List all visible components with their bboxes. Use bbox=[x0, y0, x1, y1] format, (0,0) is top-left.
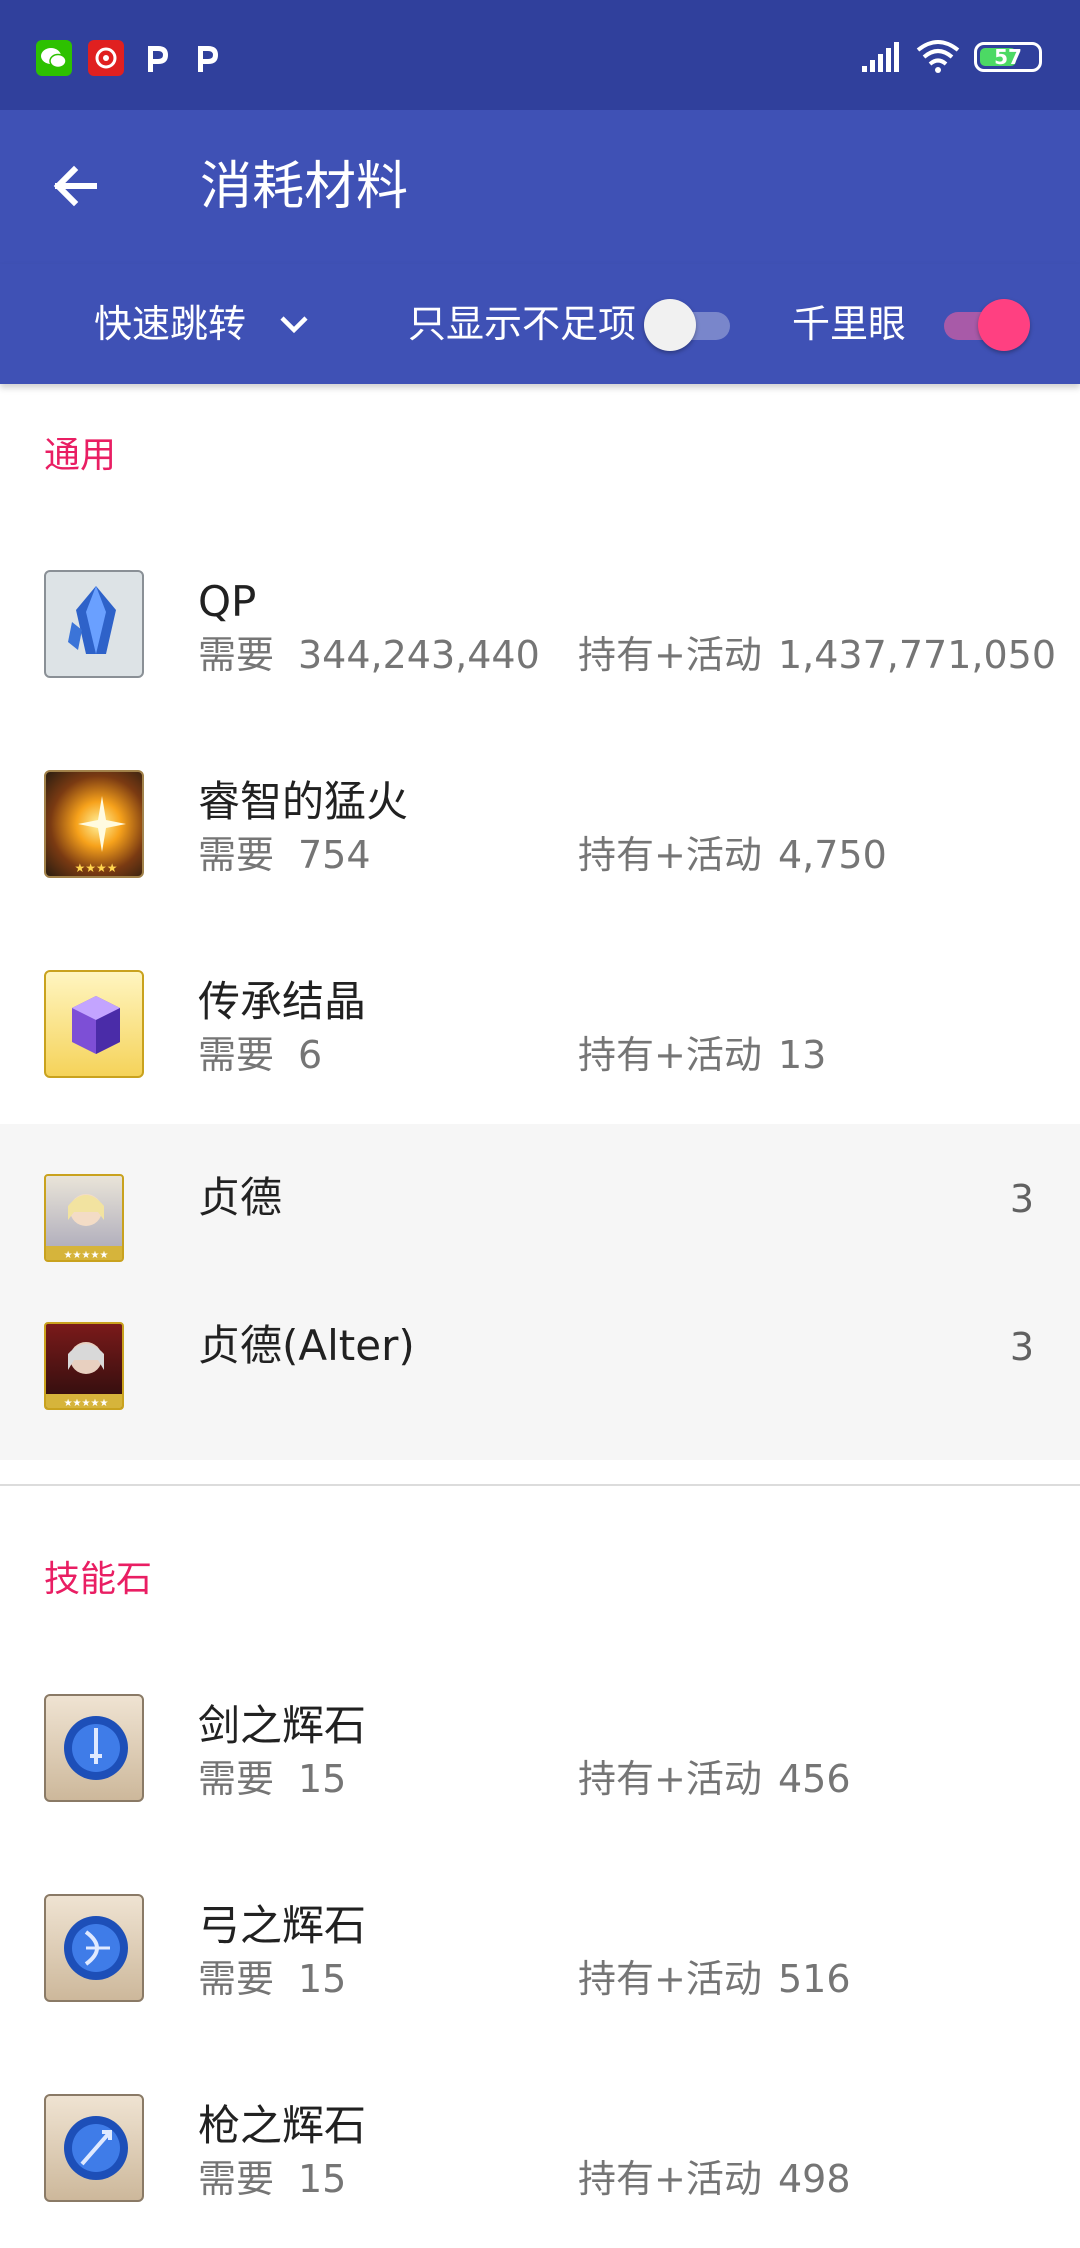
arrow-left-icon bbox=[53, 165, 97, 207]
servant-avatar-icon: ★★★★★ bbox=[44, 1322, 124, 1410]
filter-bar: 快速跳转 只显示不足项 千里眼 bbox=[0, 264, 1080, 384]
lancer-gem-icon bbox=[44, 2094, 144, 2202]
servant-count: 3 bbox=[1009, 1325, 1034, 1369]
servant-count: 3 bbox=[1009, 1177, 1034, 1221]
need-value: 6 bbox=[298, 1033, 323, 1077]
servant-name: 贞德(Alter) bbox=[198, 1321, 415, 1370]
item-name: QP bbox=[198, 577, 257, 626]
svg-text:★★★★★: ★★★★★ bbox=[64, 1250, 109, 1261]
need-label: 需要 bbox=[198, 1757, 275, 1801]
svg-text:★★★★: ★★★★ bbox=[74, 861, 117, 875]
list-item[interactable]: 剑之辉石 需要 15 持有+活动 456 bbox=[0, 1648, 1080, 1848]
have-value: 498 bbox=[778, 2157, 851, 2201]
have-label: 持有+活动 bbox=[578, 1757, 762, 1801]
have-value: 516 bbox=[778, 1957, 851, 2001]
qp-crystal-icon bbox=[44, 570, 144, 678]
signal-icon bbox=[860, 38, 904, 78]
servant-name: 贞德 bbox=[198, 1173, 283, 1222]
item-name: 睿智的猛火 bbox=[198, 777, 409, 826]
archer-gem-icon bbox=[44, 1894, 144, 2002]
battery-icon: 57 bbox=[974, 42, 1042, 72]
have-value: 4,750 bbox=[778, 833, 887, 877]
list-item[interactable]: 枪之辉石 需要 15 持有+活动 498 bbox=[0, 2048, 1080, 2248]
clairvoyance-label: 千里眼 bbox=[792, 302, 907, 346]
section-title-general: 通用 bbox=[44, 435, 117, 476]
have-value: 13 bbox=[778, 1033, 827, 1077]
wechat-icon bbox=[36, 40, 72, 76]
need-value: 15 bbox=[298, 1757, 347, 1801]
status-bar: 57 bbox=[0, 0, 1080, 110]
only-insufficient-label: 只显示不足项 bbox=[408, 302, 637, 346]
inheritance-crystal-icon bbox=[44, 970, 144, 1078]
list-item[interactable]: ★★★★ 睿智的猛火 需要 754 持有+活动 4,750 bbox=[0, 724, 1080, 924]
saber-gem-icon bbox=[44, 1694, 144, 1802]
have-label: 持有+活动 bbox=[578, 633, 762, 677]
p-app-icon bbox=[138, 40, 174, 76]
need-value: 344,243,440 bbox=[298, 633, 540, 677]
list-item[interactable]: 弓之辉石 需要 15 持有+活动 516 bbox=[0, 1848, 1080, 2048]
page-title: 消耗材料 bbox=[200, 157, 409, 217]
netease-icon bbox=[88, 40, 124, 76]
list-item[interactable]: QP 需要 344,243,440 持有+活动 1,437,771,050 bbox=[0, 524, 1080, 724]
item-name: 弓之辉石 bbox=[198, 1901, 367, 1950]
list-item[interactable]: 传承结晶 需要 6 持有+活动 13 bbox=[0, 924, 1080, 1124]
need-value: 15 bbox=[298, 1957, 347, 2001]
chevron-down-icon bbox=[280, 316, 308, 334]
svg-text:★★★★★: ★★★★★ bbox=[64, 1398, 109, 1409]
item-name: 传承结晶 bbox=[198, 977, 367, 1026]
item-name: 剑之辉石 bbox=[198, 1701, 367, 1750]
wifi-icon bbox=[914, 38, 962, 78]
have-label: 持有+活动 bbox=[578, 1033, 762, 1077]
have-value: 456 bbox=[778, 1757, 851, 1801]
battery-level: 57 bbox=[994, 45, 1022, 69]
need-label: 需要 bbox=[198, 2157, 275, 2201]
servant-breakdown: ★★★★★ 贞德 3 ★★★★★ 贞德(Alter) 3 bbox=[0, 1124, 1080, 1460]
section-divider bbox=[0, 1484, 1080, 1486]
clairvoyance-switch[interactable] bbox=[934, 297, 1030, 351]
need-label: 需要 bbox=[198, 1957, 275, 2001]
section-title-skill-gems: 技能石 bbox=[44, 1559, 153, 1600]
have-label: 持有+活动 bbox=[578, 1957, 762, 2001]
have-label: 持有+活动 bbox=[578, 2157, 762, 2201]
quick-jump-dropdown[interactable]: 快速跳转 bbox=[90, 284, 330, 364]
need-label: 需要 bbox=[198, 1033, 275, 1077]
item-name: 枪之辉石 bbox=[198, 2101, 367, 2150]
servant-row[interactable]: ★★★★★ 贞德(Alter) 3 bbox=[0, 1272, 1080, 1420]
back-button[interactable] bbox=[44, 154, 108, 218]
quick-jump-label: 快速跳转 bbox=[94, 302, 247, 346]
need-label: 需要 bbox=[198, 833, 275, 877]
have-label: 持有+活动 bbox=[578, 833, 762, 877]
servant-avatar-icon: ★★★★★ bbox=[44, 1174, 124, 1262]
p-app-icon bbox=[188, 40, 224, 76]
app-bar: 消耗材料 bbox=[0, 110, 1080, 264]
need-label: 需要 bbox=[198, 633, 275, 677]
need-value: 15 bbox=[298, 2157, 347, 2201]
need-value: 754 bbox=[298, 833, 371, 877]
servant-row[interactable]: ★★★★★ 贞德 3 bbox=[0, 1124, 1080, 1272]
have-value: 1,437,771,050 bbox=[778, 633, 1057, 677]
only-insufficient-switch[interactable] bbox=[644, 297, 740, 351]
wisdom-fire-icon: ★★★★ bbox=[44, 770, 144, 878]
